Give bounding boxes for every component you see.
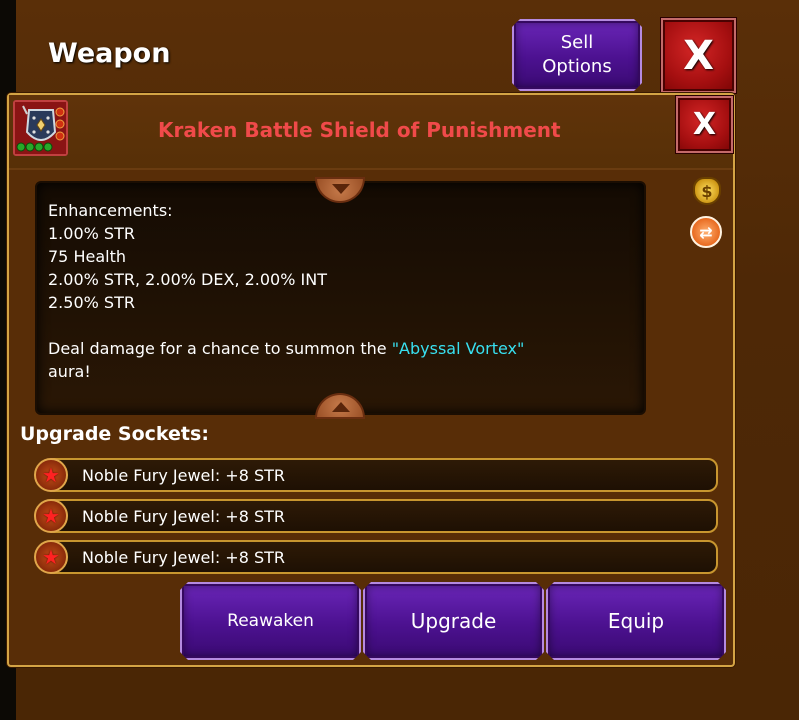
red-star-gem-icon: ★ xyxy=(34,458,68,492)
upgrade-label: Upgrade xyxy=(410,609,497,633)
socket-row[interactable]: ★ Noble Fury Jewel: +8 STR xyxy=(34,499,718,533)
effect-description: Deal damage for a chance to summon the "… xyxy=(48,337,638,360)
socket-row[interactable]: ★ Noble Fury Jewel: +8 STR xyxy=(34,540,718,574)
equip-label: Equip xyxy=(607,609,665,633)
enhancement-line: 2.00% STR, 2.00% DEX, 2.00% INT xyxy=(48,270,327,289)
socket-jewel-text: Noble Fury Jewel: +8 STR xyxy=(82,507,286,526)
aura-name: "Abyssal Vortex" xyxy=(391,339,525,358)
enhancement-line: 75 Health xyxy=(48,247,126,266)
close-icon: X xyxy=(683,32,714,79)
reawaken-label: Reawaken xyxy=(227,611,314,631)
socket-jewel-text: Noble Fury Jewel: +8 STR xyxy=(82,466,286,485)
enhancement-line: 2.50% STR xyxy=(48,293,135,312)
upgrade-sockets-label: Upgrade Sockets: xyxy=(20,423,209,445)
socket-jewel-text: Noble Fury Jewel: +8 STR xyxy=(82,548,286,567)
item-name: Kraken Battle Shield of Punishment xyxy=(158,118,561,142)
sell-options-button[interactable]: Sell Options xyxy=(512,19,642,91)
enhancements-heading: Enhancements: xyxy=(48,201,173,220)
upgrade-button[interactable]: Upgrade xyxy=(363,582,544,660)
item-description: Enhancements: 1.00% STR 75 Health 2.00% … xyxy=(48,199,638,383)
sell-options-label: Sell Options xyxy=(542,32,612,77)
close-icon: X xyxy=(692,107,717,142)
gold-bag-icon[interactable]: $ xyxy=(693,177,721,205)
chevron-down-icon xyxy=(332,184,350,194)
effect-prefix: Deal damage for a chance to summon the xyxy=(48,339,392,358)
socket-row[interactable]: ★ Noble Fury Jewel: +8 STR xyxy=(34,458,718,492)
shield-icon xyxy=(15,102,66,154)
item-icon[interactable] xyxy=(13,100,68,156)
reawaken-button[interactable]: Reawaken xyxy=(180,582,361,660)
swap-icon[interactable]: ⇄ xyxy=(690,216,722,248)
page-title: Weapon xyxy=(48,38,171,69)
close-item-button[interactable]: X xyxy=(676,96,733,153)
gem-slot-icon xyxy=(16,142,26,152)
close-window-button[interactable]: X xyxy=(661,18,736,93)
red-star-gem-icon: ★ xyxy=(34,540,68,574)
equip-button[interactable]: Equip xyxy=(546,582,726,660)
effect-suffix: aura! xyxy=(48,362,91,381)
red-star-gem-icon: ★ xyxy=(34,499,68,533)
enhancement-line: 1.00% STR xyxy=(48,224,135,243)
chevron-up-icon xyxy=(332,402,350,412)
